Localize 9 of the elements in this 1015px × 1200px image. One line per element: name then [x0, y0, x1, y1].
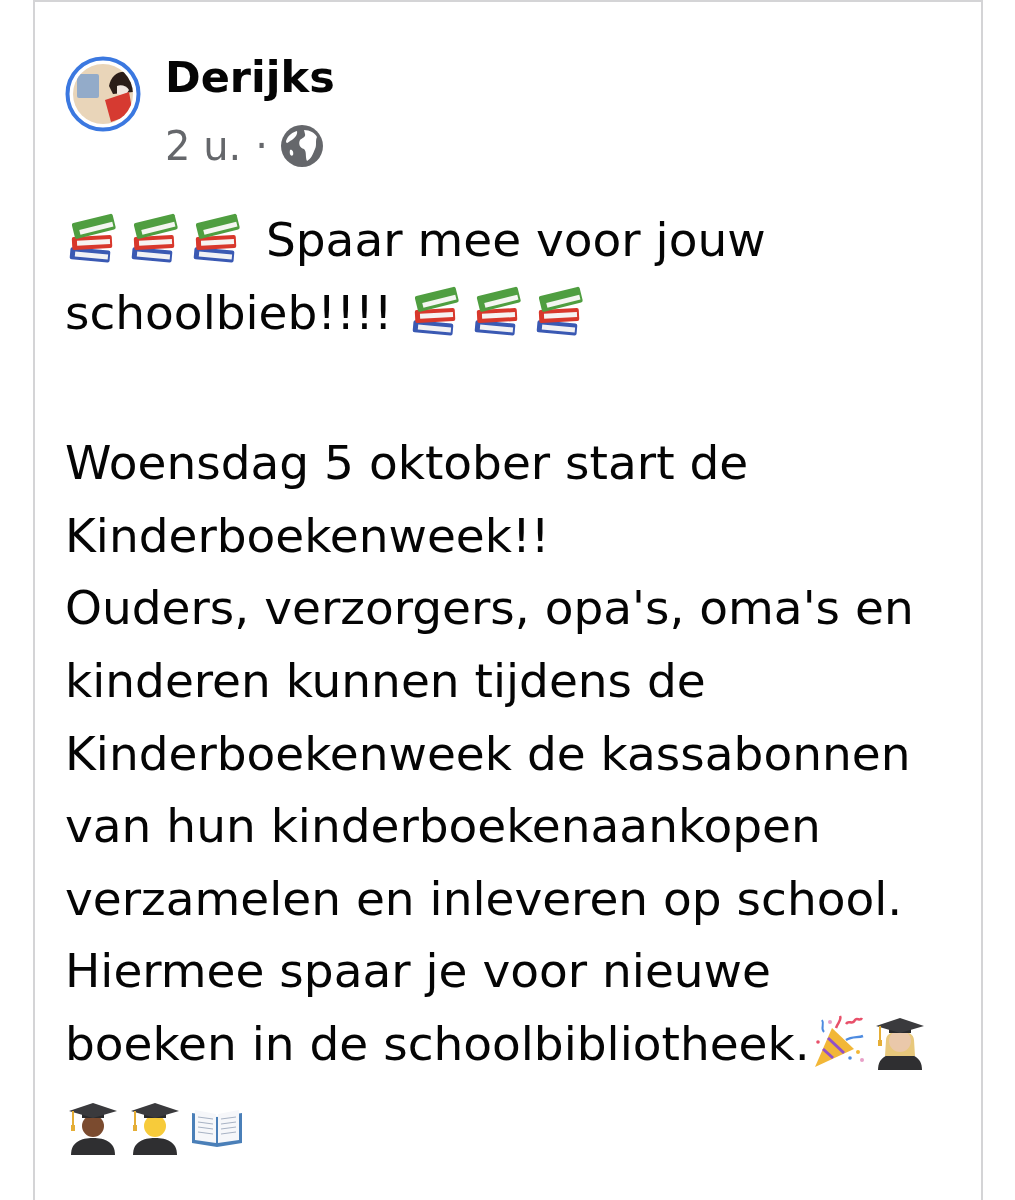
avatar-icon[interactable]: [65, 56, 141, 132]
post-text: Spaar mee voor jouw: [264, 212, 766, 267]
globe-icon: [279, 124, 324, 168]
post-text: boeken in de schoolbibliotheek.: [65, 1015, 810, 1071]
post-time[interactable]: 2 u.: [165, 123, 242, 169]
post-text: schoolbieb!!!!: [65, 284, 394, 340]
post-text: Woensdag 5 oktober start de Kinderboekenweek!!: [65, 435, 750, 563]
author-name[interactable]: Derijks: [165, 48, 335, 106]
meta-separator: ·: [255, 123, 268, 169]
